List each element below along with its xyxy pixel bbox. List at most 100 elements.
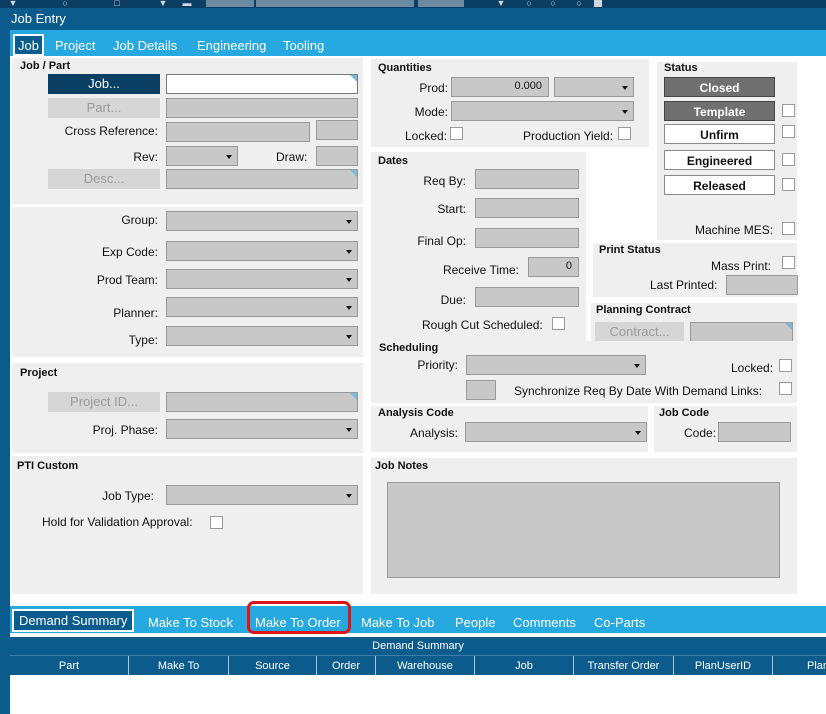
tab-people[interactable]: People [455, 615, 495, 630]
toolbar-nav-group[interactable] [206, 0, 254, 7]
released-button[interactable]: Released [664, 175, 775, 195]
proj-phase-dropdown[interactable] [166, 419, 358, 439]
toolbar-icon[interactable]: □ [112, 0, 122, 7]
tab-tooling[interactable]: Tooling [283, 38, 324, 53]
quantities-locked-checkbox[interactable] [450, 127, 463, 140]
prod-team-dropdown[interactable] [166, 269, 358, 289]
tab-make-to-job[interactable]: Make To Job [361, 615, 434, 630]
template-checkbox[interactable] [782, 104, 795, 117]
toolbar-search-box[interactable] [256, 0, 414, 7]
toolbar-icon[interactable]: ▼ [158, 0, 168, 7]
mode-dropdown[interactable] [451, 101, 634, 121]
sync-req-by-checkbox[interactable] [779, 382, 792, 395]
toolbar-icon[interactable]: ○ [574, 0, 584, 7]
grid-column-plan-user-id[interactable]: PlanUserID [674, 656, 773, 676]
toolbar: ▼ ○ □ ▼ ▬ ▼ ○ ○ ○ [0, 0, 826, 8]
job-number-input[interactable] [166, 74, 358, 94]
draw-field[interactable] [316, 146, 358, 166]
start-field[interactable] [475, 198, 579, 218]
job-notes-textarea[interactable] [387, 482, 780, 578]
status-title: Status [664, 62, 698, 74]
tab-project[interactable]: Project [55, 38, 95, 53]
tab-engineering[interactable]: Engineering [197, 38, 266, 53]
job-part-title: Job / Part [20, 60, 71, 72]
uom-dropdown[interactable] [554, 77, 634, 97]
highlight-annotation [247, 601, 351, 634]
final-op-field[interactable] [475, 228, 579, 248]
production-yield-checkbox[interactable] [618, 127, 631, 140]
toolbar-icon[interactable]: ○ [60, 0, 70, 7]
toolbar-dropdown-icon[interactable] [594, 0, 602, 7]
cross-reference-extra-field[interactable] [316, 120, 358, 140]
chevron-down-icon [635, 431, 641, 435]
exp-code-dropdown[interactable] [166, 241, 358, 261]
job-code-title: Job Code [659, 407, 710, 419]
released-checkbox[interactable] [782, 178, 795, 191]
quantities-title: Quantities [378, 62, 432, 74]
template-button[interactable]: Template [664, 101, 775, 121]
toolbar-icon[interactable]: ▼ [496, 0, 506, 7]
planner-dropdown[interactable] [166, 297, 358, 317]
rough-cut-checkbox[interactable] [552, 317, 565, 330]
grid-column-part[interactable]: Part [10, 656, 129, 676]
grid-column-order[interactable]: Order [317, 656, 376, 676]
grid-column-job[interactable]: Job [475, 656, 574, 676]
tab-comments[interactable]: Comments [513, 615, 576, 630]
hold-validation-checkbox[interactable] [210, 516, 223, 529]
tab-make-to-stock[interactable]: Make To Stock [148, 615, 233, 630]
scheduling-locked-checkbox[interactable] [779, 359, 792, 372]
description-field[interactable] [166, 169, 358, 189]
closed-button[interactable]: Closed [664, 77, 775, 97]
receive-time-field[interactable]: 0 [528, 257, 579, 277]
job-type-dropdown[interactable] [166, 485, 358, 505]
job-code-field[interactable] [718, 422, 791, 442]
analysis-dropdown[interactable] [465, 422, 647, 442]
grid-column-transfer-order[interactable]: Transfer Order [574, 656, 674, 676]
mass-print-checkbox[interactable] [782, 256, 795, 269]
project-id-field[interactable] [166, 392, 358, 412]
priority-dropdown[interactable] [466, 355, 646, 375]
priority-number-field[interactable] [466, 380, 496, 400]
last-printed-field[interactable] [726, 275, 798, 295]
grid-column-warehouse[interactable]: Warehouse [376, 656, 475, 676]
main-tabs: Job Project Job Details Engineering Tool… [10, 30, 826, 56]
engineered-checkbox[interactable] [782, 153, 795, 166]
planner-label: Planner: [113, 306, 158, 320]
toolbar-icon[interactable]: ▼ [8, 0, 18, 7]
machine-mes-checkbox[interactable] [782, 222, 795, 235]
part-button[interactable]: Part... [48, 98, 160, 118]
grid-column-make-to[interactable]: Make To [129, 656, 229, 676]
due-field[interactable] [475, 287, 579, 307]
due-label: Due: [440, 293, 466, 307]
cross-reference-field[interactable] [166, 122, 310, 142]
req-by-field[interactable] [475, 169, 579, 189]
rev-dropdown[interactable] [166, 146, 238, 166]
part-number-field[interactable] [166, 98, 358, 118]
project-id-button[interactable]: Project ID... [48, 392, 160, 412]
receive-time-label: Receive Time: [442, 263, 519, 277]
unfirm-button[interactable]: Unfirm [664, 124, 775, 144]
job-button[interactable]: Job... [48, 74, 160, 94]
window-title-bar: Job Entry [0, 8, 826, 30]
toolbar-icon[interactable]: ○ [524, 0, 534, 7]
toolbar-nav-group-2[interactable] [418, 0, 464, 7]
tab-job-details[interactable]: Job Details [113, 38, 177, 53]
type-dropdown[interactable] [166, 326, 358, 346]
prod-quantity-field[interactable]: 0.000 [451, 77, 549, 97]
contract-field[interactable] [690, 322, 793, 342]
tab-demand-summary[interactable]: Demand Summary [12, 609, 135, 632]
desc-button[interactable]: Desc... [48, 169, 160, 189]
toolbar-icon[interactable]: ○ [548, 0, 558, 7]
grid-body[interactable] [10, 675, 826, 714]
contract-button[interactable]: Contract... [595, 322, 684, 342]
chevron-down-icon [346, 278, 352, 282]
tab-job[interactable]: Job [13, 34, 44, 56]
group-dropdown[interactable] [166, 211, 358, 231]
grid-column-plan[interactable]: Plan [773, 656, 826, 676]
toolbar-icon[interactable]: ▬ [182, 0, 192, 7]
tab-co-parts[interactable]: Co-Parts [594, 615, 645, 630]
grid-column-source[interactable]: Source [229, 656, 317, 676]
engineered-button[interactable]: Engineered [664, 150, 775, 170]
unfirm-checkbox[interactable] [782, 125, 795, 138]
chevron-down-icon [622, 86, 628, 90]
